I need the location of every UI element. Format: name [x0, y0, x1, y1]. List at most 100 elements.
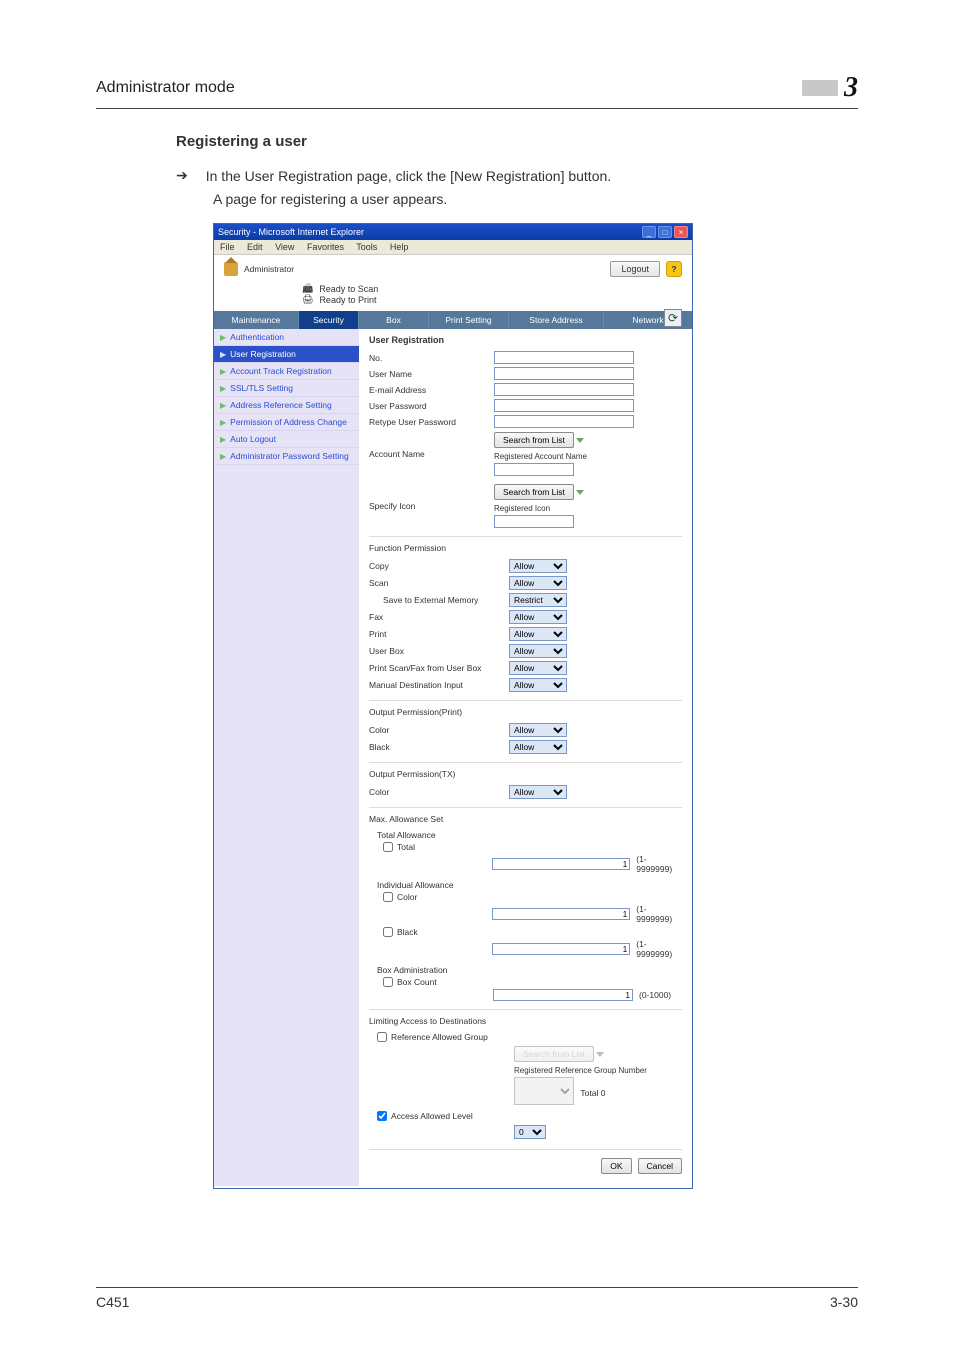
- select-scan[interactable]: Allow: [509, 576, 567, 590]
- label-printscanfax: Print Scan/Fax from User Box: [369, 663, 509, 673]
- label-box-count: Box Count: [397, 977, 437, 987]
- label-password: User Password: [369, 401, 494, 411]
- input-password[interactable]: [494, 399, 634, 412]
- max-allow-heading: Max. Allowance Set: [369, 807, 682, 824]
- sidebar-item-auto-logout[interactable]: ▶Auto Logout: [214, 431, 359, 448]
- sidebar: ▶Authentication ▶User Registration ▶Acco…: [214, 329, 359, 1186]
- label-registered-account: Registered Account Name: [494, 452, 587, 461]
- label-tx-color: Color: [369, 787, 509, 797]
- menu-favorites[interactable]: Favorites: [307, 242, 344, 252]
- nav-tabs: Maintenance Security Box Print Setting S…: [214, 311, 692, 329]
- tab-store-address[interactable]: Store Address: [509, 311, 604, 329]
- label-total0: Total 0: [580, 1088, 605, 1098]
- input-email[interactable]: [494, 383, 634, 396]
- ok-button[interactable]: OK: [601, 1158, 631, 1174]
- range-indiv-color: (1-9999999): [636, 904, 682, 924]
- label-fax: Fax: [369, 612, 509, 622]
- sidebar-item-admin-password[interactable]: ▶Administrator Password Setting: [214, 448, 359, 465]
- check-total[interactable]: [383, 842, 393, 852]
- select-print[interactable]: Allow: [509, 627, 567, 641]
- indiv-allow-label: Individual Allowance: [377, 880, 682, 890]
- tab-print-setting[interactable]: Print Setting: [429, 311, 509, 329]
- cancel-button[interactable]: Cancel: [638, 1158, 682, 1174]
- check-indiv-black[interactable]: [383, 927, 393, 937]
- label-save-ext: Save to External Memory: [369, 595, 509, 605]
- range-total: (1-9999999): [636, 854, 682, 874]
- input-total[interactable]: [492, 858, 630, 870]
- tab-security[interactable]: Security: [299, 311, 359, 329]
- check-ref-group[interactable]: [377, 1032, 387, 1042]
- input-registered-icon[interactable]: [494, 515, 574, 528]
- label-userbox: User Box: [369, 646, 509, 656]
- sidebar-item-authentication[interactable]: ▶Authentication: [214, 329, 359, 346]
- select-printscanfax[interactable]: Allow: [509, 661, 567, 675]
- close-icon[interactable]: ×: [674, 226, 688, 238]
- label-print-perm: Print: [369, 629, 509, 639]
- minimize-icon[interactable]: _: [642, 226, 656, 238]
- total-allow-label: Total Allowance: [377, 830, 682, 840]
- select-userbox[interactable]: Allow: [509, 644, 567, 658]
- select-manualdest[interactable]: Allow: [509, 678, 567, 692]
- sidebar-item-permission-address[interactable]: ▶Permission of Address Change: [214, 414, 359, 431]
- dropdown-arrow-icon: [576, 438, 584, 443]
- status-scan: Ready to Scan: [319, 284, 378, 294]
- input-username[interactable]: [494, 367, 634, 380]
- check-access-level[interactable]: [377, 1111, 387, 1121]
- footer-page: 3-30: [830, 1294, 858, 1310]
- tab-maintenance[interactable]: Maintenance: [214, 311, 299, 329]
- chapter-number: 3: [844, 72, 858, 104]
- select-copy[interactable]: Allow: [509, 559, 567, 573]
- label-username: User Name: [369, 369, 494, 379]
- select-save-ext[interactable]: Restrict: [509, 593, 567, 607]
- label-scan: Scan: [369, 578, 509, 588]
- step-note: A page for registering a user appears.: [213, 191, 858, 207]
- sidebar-item-user-registration[interactable]: ▶User Registration: [214, 346, 359, 363]
- select-print-color[interactable]: Allow: [509, 723, 567, 737]
- search-icon-button[interactable]: Search from List: [494, 484, 574, 500]
- search-group-button: Search from List: [514, 1046, 594, 1062]
- label-ref-group: Reference Allowed Group: [391, 1032, 488, 1042]
- logout-button[interactable]: Logout: [610, 261, 660, 277]
- ie-menu: File Edit View Favorites Tools Help: [214, 240, 692, 255]
- print-status-icon: 🖨: [302, 294, 313, 305]
- input-indiv-color[interactable]: [492, 908, 630, 920]
- input-indiv-black[interactable]: [492, 943, 630, 955]
- help-icon[interactable]: ?: [666, 261, 682, 277]
- home-icon[interactable]: [224, 262, 238, 276]
- menu-help[interactable]: Help: [390, 242, 409, 252]
- maximize-icon[interactable]: □: [658, 226, 672, 238]
- sidebar-item-ssl[interactable]: ▶SSL/TLS Setting: [214, 380, 359, 397]
- input-registered-account[interactable]: [494, 463, 574, 476]
- label-registered-icon: Registered Icon: [494, 504, 584, 513]
- select-access-level[interactable]: 0: [514, 1125, 546, 1139]
- menu-tools[interactable]: Tools: [356, 242, 377, 252]
- select-fax[interactable]: Allow: [509, 610, 567, 624]
- label-manualdest: Manual Destination Input: [369, 680, 509, 690]
- check-box-count[interactable]: [383, 977, 393, 987]
- menu-edit[interactable]: Edit: [247, 242, 263, 252]
- search-from-list-button[interactable]: Search from List: [494, 432, 574, 448]
- tab-box[interactable]: Box: [359, 311, 429, 329]
- footer-model: C451: [96, 1294, 129, 1310]
- input-retype[interactable]: [494, 415, 634, 428]
- input-no[interactable]: [494, 351, 634, 364]
- arrow-icon: ➔: [176, 166, 188, 187]
- check-indiv-color[interactable]: [383, 892, 393, 902]
- input-box-count[interactable]: [493, 989, 633, 1001]
- form-title: User Registration: [369, 335, 682, 345]
- select-print-black[interactable]: Allow: [509, 740, 567, 754]
- ie-title: Security - Microsoft Internet Explorer: [218, 227, 364, 237]
- label-retype: Retype User Password: [369, 417, 494, 427]
- function-permission-heading: Function Permission: [369, 536, 682, 553]
- label-account-name: Account Name: [369, 449, 494, 459]
- menu-view[interactable]: View: [275, 242, 294, 252]
- box-admin-label: Box Administration: [377, 965, 682, 975]
- label-no: No.: [369, 353, 494, 363]
- sidebar-item-account-track[interactable]: ▶Account Track Registration: [214, 363, 359, 380]
- refresh-icon[interactable]: ⟳: [664, 309, 682, 327]
- sidebar-item-address-reference[interactable]: ▶Address Reference Setting: [214, 397, 359, 414]
- label-access-level: Access Allowed Level: [391, 1111, 473, 1121]
- select-group-list: [514, 1077, 574, 1105]
- select-tx-color[interactable]: Allow: [509, 785, 567, 799]
- menu-file[interactable]: File: [220, 242, 235, 252]
